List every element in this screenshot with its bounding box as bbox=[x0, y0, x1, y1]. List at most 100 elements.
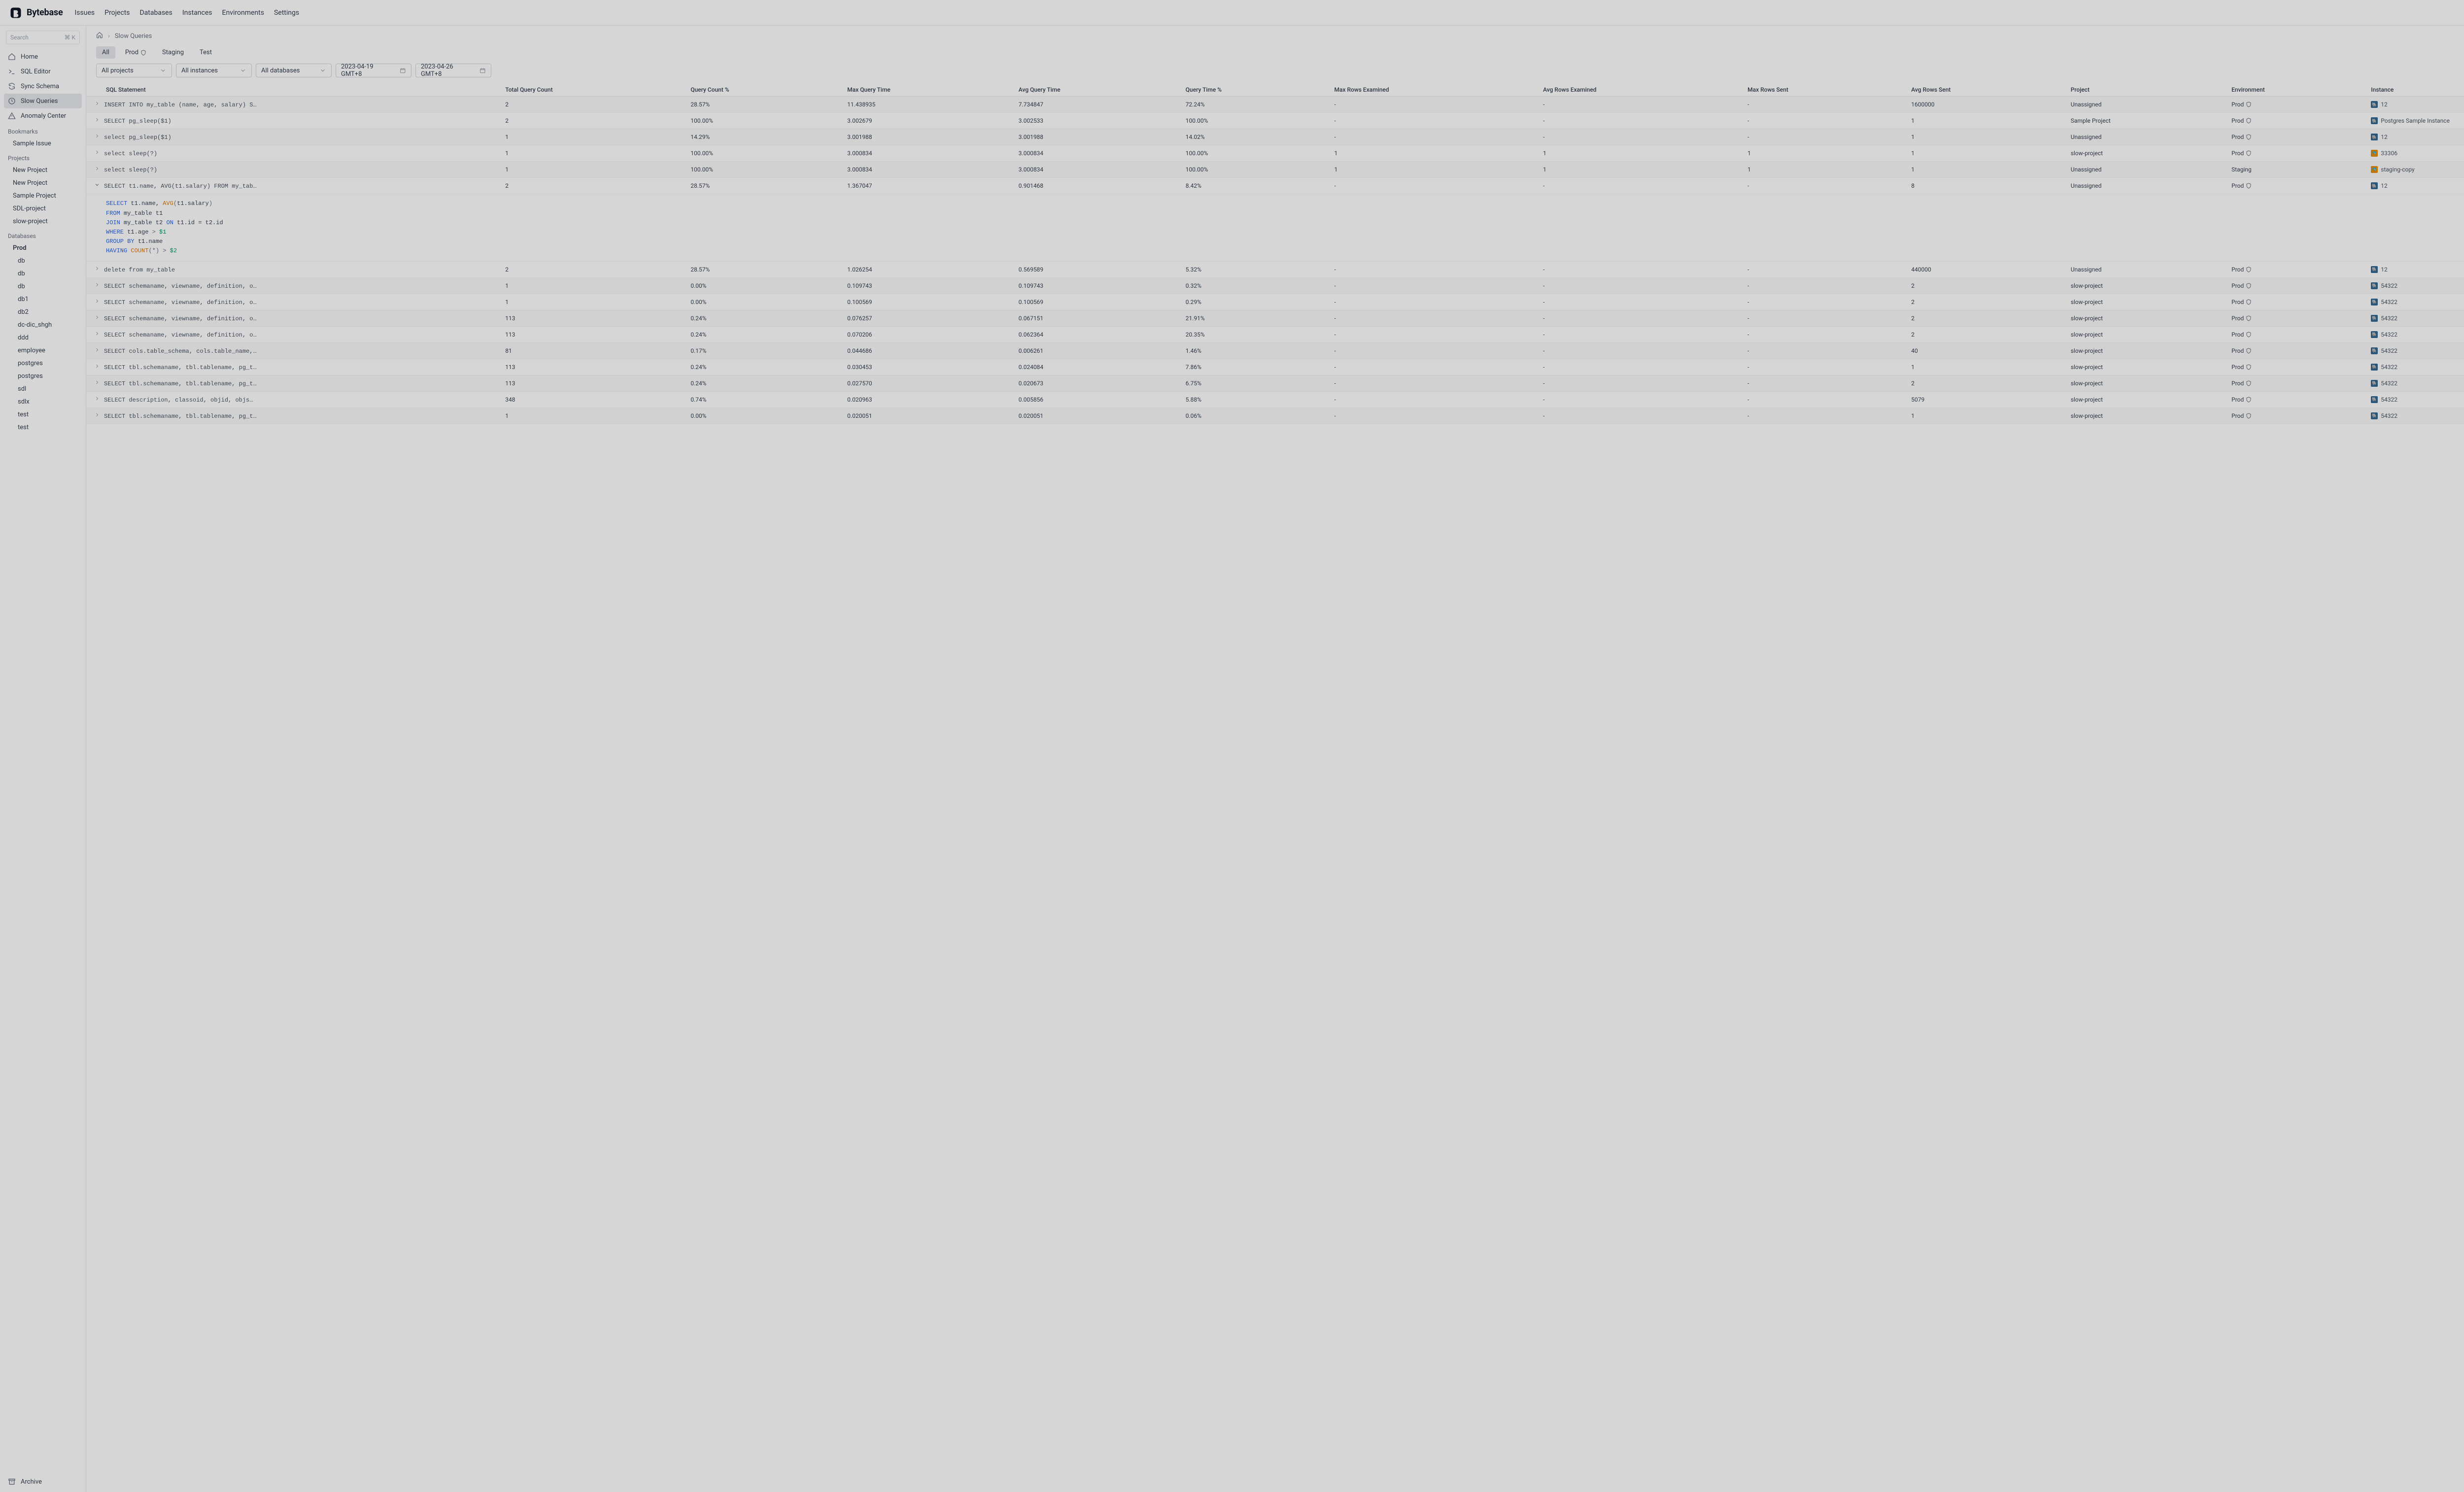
database-item[interactable]: sdl bbox=[0, 382, 86, 395]
home-icon[interactable] bbox=[96, 32, 103, 40]
expand-toggle[interactable] bbox=[94, 298, 101, 304]
database-item[interactable]: db2 bbox=[0, 305, 86, 318]
expand-toggle[interactable] bbox=[94, 166, 101, 171]
col-header[interactable]: Project bbox=[2066, 83, 2226, 97]
project-item[interactable]: New Project bbox=[0, 176, 86, 189]
col-header[interactable]: Instance bbox=[2366, 83, 2464, 97]
database-item[interactable]: db bbox=[0, 267, 86, 280]
logo[interactable]: Bytebase bbox=[9, 6, 63, 20]
postgres-icon: 🐘 bbox=[2371, 347, 2378, 354]
database-item[interactable]: test bbox=[0, 421, 86, 434]
clock-icon bbox=[8, 97, 16, 105]
sidebar-archive[interactable]: Archive bbox=[0, 1474, 86, 1489]
col-header[interactable]: Avg Rows Sent bbox=[1906, 83, 2066, 97]
env-tab-all[interactable]: All bbox=[96, 46, 115, 59]
expand-toggle[interactable] bbox=[94, 149, 101, 155]
sidebar-item-sync-schema[interactable]: Sync Schema bbox=[0, 79, 86, 94]
chevron-right-icon bbox=[94, 412, 100, 418]
search-input[interactable]: Search ⌘ K bbox=[6, 31, 80, 44]
col-header[interactable]: Avg Rows Examined bbox=[1538, 83, 1743, 97]
nav-databases[interactable]: Databases bbox=[139, 9, 172, 17]
project-item[interactable]: slow-project bbox=[0, 215, 86, 228]
database-item[interactable]: test bbox=[0, 408, 86, 421]
expand-toggle[interactable] bbox=[94, 379, 101, 385]
table-row[interactable]: SELECT description, classoid, objid, obj… bbox=[86, 391, 2464, 407]
col-header[interactable]: SQL Statement bbox=[86, 83, 500, 97]
table-row[interactable]: SELECT tbl.schemaname, tbl.tablename, pg… bbox=[86, 359, 2464, 375]
expand-toggle[interactable] bbox=[94, 282, 101, 288]
env-tab-staging[interactable]: Staging bbox=[156, 46, 190, 59]
sidebar-item-sql-editor[interactable]: SQL Editor bbox=[0, 64, 86, 79]
filter-projects[interactable]: All projects bbox=[96, 64, 172, 77]
project-item[interactable]: New Project bbox=[0, 164, 86, 176]
database-item[interactable]: employee bbox=[0, 344, 86, 357]
col-header[interactable]: Max Rows Sent bbox=[1743, 83, 1906, 97]
expand-toggle[interactable] bbox=[94, 331, 101, 337]
col-header[interactable]: Max Rows Examined bbox=[1330, 83, 1539, 97]
database-item[interactable]: ddd bbox=[0, 331, 86, 344]
env-tab-test[interactable]: Test bbox=[194, 46, 218, 59]
chevron-down-icon bbox=[319, 67, 326, 74]
table-row[interactable]: select sleep(?)1100.00%3.0008343.0008341… bbox=[86, 162, 2464, 178]
chevron-right-icon bbox=[94, 314, 100, 320]
col-header[interactable]: Environment bbox=[2226, 83, 2366, 97]
bookmarks-heading: Bookmarks bbox=[0, 123, 86, 137]
env-tab-prod[interactable]: Prod bbox=[119, 46, 152, 59]
nav-projects[interactable]: Projects bbox=[104, 9, 130, 17]
table-row[interactable]: SELECT tbl.schemaname, tbl.tablename, pg… bbox=[86, 375, 2464, 391]
expand-toggle[interactable] bbox=[94, 133, 101, 139]
expand-toggle[interactable] bbox=[94, 396, 101, 402]
expand-toggle[interactable] bbox=[94, 101, 101, 106]
sidebar-item-slow-queries[interactable]: Slow Queries bbox=[4, 94, 82, 108]
table-row[interactable]: SELECT schemaname, viewname, definition,… bbox=[86, 326, 2464, 342]
filter-date-from[interactable]: 2023-04-19 GMT+8 bbox=[336, 64, 411, 77]
sidebar-item-anomaly-center[interactable]: Anomaly Center bbox=[0, 108, 86, 123]
table-row[interactable]: SELECT t1.name, AVG(t1.salary) FROM my_t… bbox=[86, 178, 2464, 194]
alert-icon bbox=[8, 112, 16, 120]
col-header[interactable]: Query Count % bbox=[685, 83, 842, 97]
table-row[interactable]: SELECT pg_sleep($1)2100.00%3.0026793.002… bbox=[86, 113, 2464, 129]
table-row[interactable]: SELECT tbl.schemaname, tbl.tablename, pg… bbox=[86, 407, 2464, 424]
table-row[interactable]: SELECT schemaname, viewname, definition,… bbox=[86, 277, 2464, 294]
database-item[interactable]: sdlx bbox=[0, 395, 86, 408]
table-row[interactable]: select sleep(?)1100.00%3.0008343.0008341… bbox=[86, 145, 2464, 162]
table-row[interactable]: SELECT schemaname, viewname, definition,… bbox=[86, 294, 2464, 310]
chevron-down-icon bbox=[240, 67, 246, 74]
database-item[interactable]: postgres bbox=[0, 370, 86, 382]
database-item[interactable]: db bbox=[0, 254, 86, 267]
shield-icon bbox=[2246, 397, 2252, 403]
project-item[interactable]: SDL-project bbox=[0, 202, 86, 215]
database-item[interactable]: db bbox=[0, 280, 86, 293]
col-header[interactable]: Avg Query Time bbox=[1014, 83, 1181, 97]
nav-issues[interactable]: Issues bbox=[75, 9, 95, 17]
col-header[interactable]: Query Time % bbox=[1181, 83, 1330, 97]
expand-toggle[interactable] bbox=[94, 347, 101, 353]
expand-toggle[interactable] bbox=[94, 266, 101, 271]
database-item[interactable]: db1 bbox=[0, 293, 86, 305]
project-item[interactable]: Sample Project bbox=[0, 189, 86, 202]
table-row[interactable]: select pg_sleep($1)114.29%3.0019883.0019… bbox=[86, 129, 2464, 145]
postgres-icon: 🐘 bbox=[2371, 380, 2378, 387]
table-row[interactable]: INSERT INTO my_table (name, age, salary)… bbox=[86, 97, 2464, 113]
nav-environments[interactable]: Environments bbox=[222, 9, 264, 17]
expand-toggle[interactable] bbox=[94, 117, 101, 123]
col-header[interactable]: Max Query Time bbox=[842, 83, 1014, 97]
table-row[interactable]: SELECT schemaname, viewname, definition,… bbox=[86, 310, 2464, 326]
filter-instances[interactable]: All instances bbox=[176, 64, 252, 77]
database-item[interactable]: postgres bbox=[0, 357, 86, 370]
database-item[interactable]: dc-dic_shgh bbox=[0, 318, 86, 331]
filter-date-to[interactable]: 2023-04-26 GMT+8 bbox=[415, 64, 491, 77]
col-header[interactable]: Total Query Count bbox=[500, 83, 685, 97]
bookmark-item[interactable]: Sample Issue bbox=[0, 137, 86, 150]
db-env-prod[interactable]: Prod bbox=[0, 241, 86, 254]
expand-toggle[interactable] bbox=[94, 363, 101, 369]
table-row[interactable]: SELECT cols.table_schema, cols.table_nam… bbox=[86, 342, 2464, 359]
filter-databases[interactable]: All databases bbox=[256, 64, 332, 77]
nav-instances[interactable]: Instances bbox=[182, 9, 212, 17]
expand-toggle[interactable] bbox=[94, 412, 101, 418]
expand-toggle[interactable] bbox=[94, 182, 101, 188]
table-row[interactable]: delete from my_table228.57%1.0262540.569… bbox=[86, 261, 2464, 277]
nav-settings[interactable]: Settings bbox=[274, 9, 299, 17]
sidebar-item-home[interactable]: Home bbox=[0, 49, 86, 64]
expand-toggle[interactable] bbox=[94, 314, 101, 320]
